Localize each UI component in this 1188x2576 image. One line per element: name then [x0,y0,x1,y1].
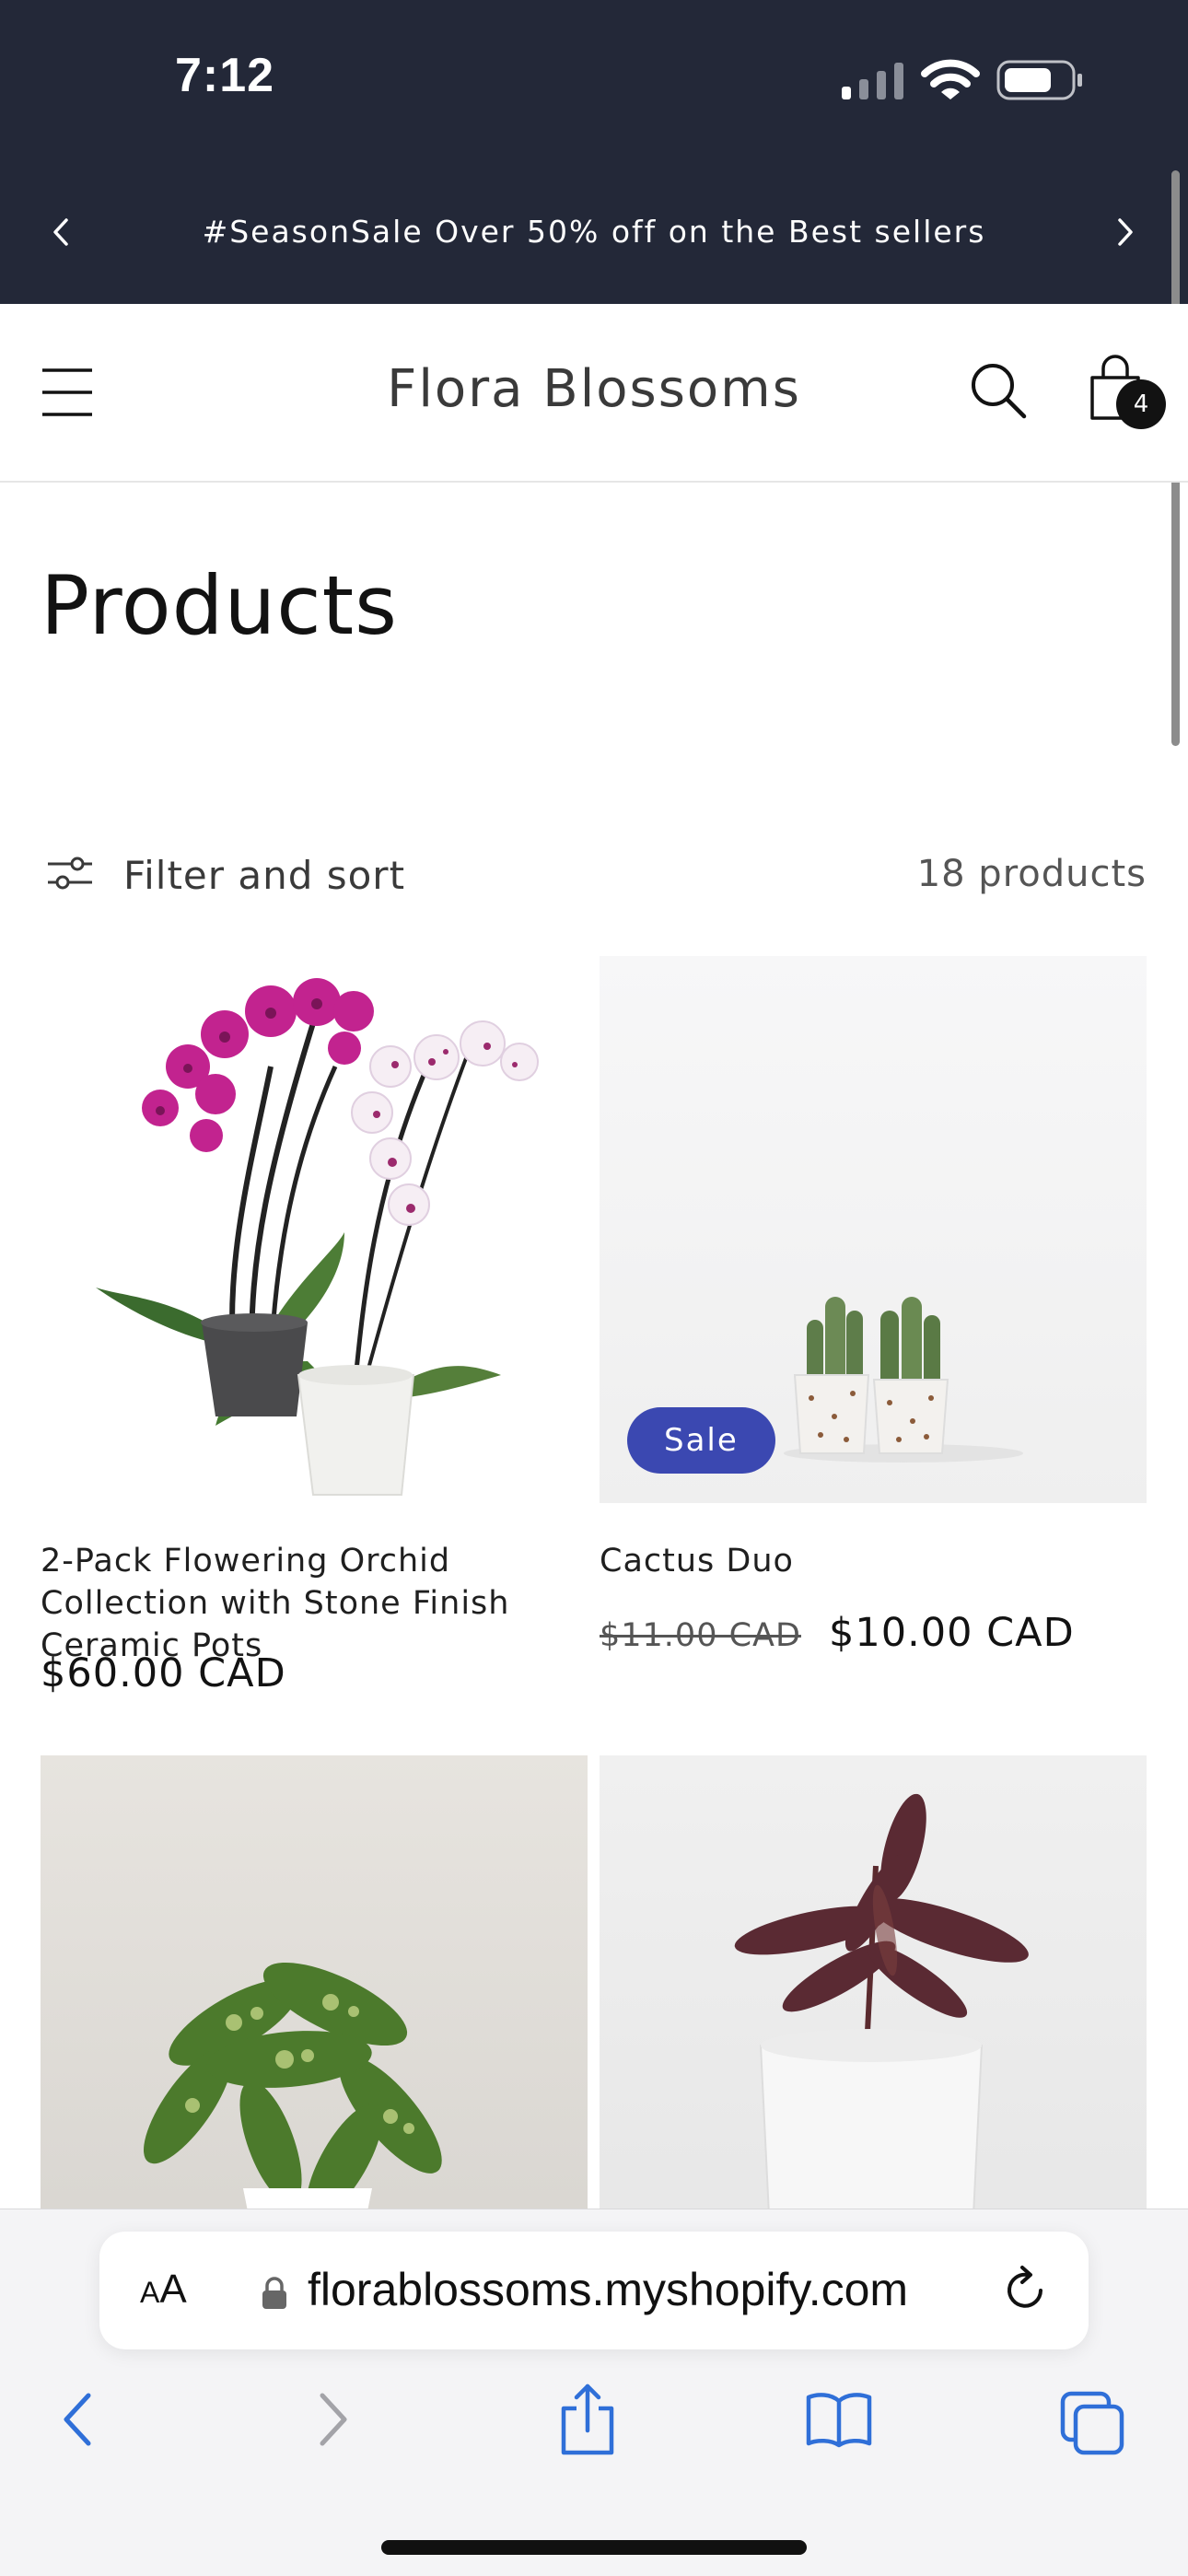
forward-icon[interactable] [315,2390,352,2449]
battery-icon [996,60,1082,100]
chevron-right-icon[interactable] [1112,216,1138,248]
announcement-text[interactable]: #SeasonSale Over 50% off on the Best sel… [0,214,1188,250]
cellular-signal-icon [842,61,906,99]
tabs-icon[interactable] [1059,2390,1125,2456]
filter-sliders-icon[interactable] [46,855,94,892]
back-icon[interactable] [59,2390,96,2449]
dieffenbachia-image[interactable] [41,1755,588,2234]
browser-toolbar: AA florablossoms.myshopify.com [0,2209,1188,2576]
compare-at-price: $11.00 CAD [600,1617,801,1654]
address-bar[interactable]: AA florablossoms.myshopify.com [99,2232,1089,2349]
text-size-button[interactable]: AA [140,2267,187,2313]
home-indicator[interactable] [381,2540,807,2555]
search-icon[interactable] [969,361,1028,420]
page-title: Products [41,558,398,653]
cart-count-badge[interactable]: 4 [1116,379,1166,429]
bookmarks-icon[interactable] [805,2390,873,2449]
wifi-icon [921,59,980,99]
sale-price: $10.00 CAD [829,1610,1075,1656]
product-price: $60.00 CAD [41,1650,286,1696]
status-time: 7:12 [175,49,275,102]
orchids-image[interactable] [41,956,588,1503]
filter-and-sort-button[interactable]: Filter and sort [123,853,405,898]
cactus-image[interactable]: Sale [600,956,1147,1503]
share-icon[interactable] [558,2383,617,2456]
announcement-area [0,0,1188,304]
reload-icon[interactable] [1000,2265,1050,2314]
filter-row: Filter and sort 18 products [41,845,1146,901]
rubber-plant-image[interactable] [600,1755,1147,2234]
product-title[interactable]: Cactus Duo [600,1540,1147,1582]
product-count: 18 products [916,853,1147,895]
url-text[interactable]: florablossoms.myshopify.com [308,2263,908,2316]
sale-badge: Sale [627,1407,775,1474]
product-title[interactable]: 2-Pack Flowering Orchid Collection with … [41,1540,593,1667]
site-header: Flora Blossoms [0,304,1188,483]
lock-icon [262,2277,286,2309]
